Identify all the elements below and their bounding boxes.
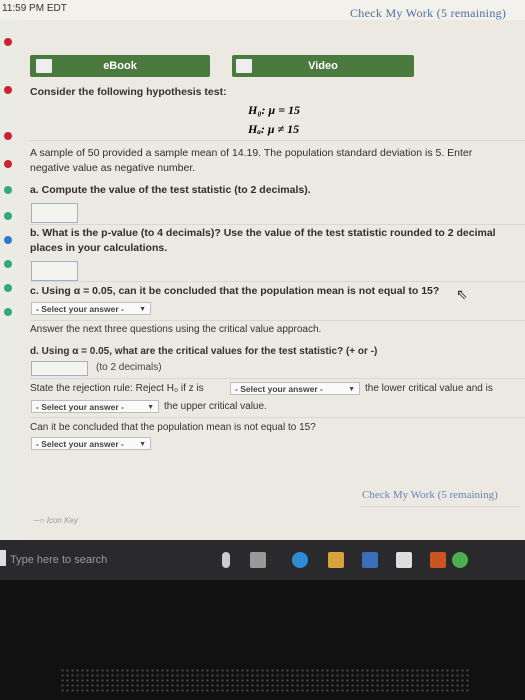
divider [30, 224, 525, 225]
question-nav-strip [0, 20, 22, 540]
part-d-prompt: d. Using α = 0.05, what are the critical… [30, 346, 378, 357]
ebook-button[interactable]: eBook [30, 55, 210, 77]
rejection-rule-prefix: State the rejection rule: Reject H₀ if z… [30, 383, 204, 394]
divider [30, 378, 525, 379]
part-a-prompt: a. Compute the value of the test statist… [30, 184, 311, 196]
nav-dot[interactable] [4, 236, 12, 244]
file-explorer-icon[interactable] [328, 552, 344, 568]
divider [30, 140, 525, 141]
nav-dot[interactable] [4, 132, 12, 140]
taskbar-search-input[interactable]: Type here to search [10, 554, 107, 566]
critical-approach-intro: Answer the next three questions using th… [30, 324, 322, 335]
store-icon[interactable] [362, 552, 378, 568]
alt-hypothesis: Hₐ: μ ≠ 15 [248, 122, 300, 136]
divider [360, 506, 520, 507]
key-icon: ─○ [34, 516, 47, 525]
speaker-grill [60, 668, 470, 694]
ebook-label: eBook [103, 60, 137, 72]
edge-browser-icon[interactable] [292, 552, 308, 568]
mouse-cursor-icon: ⇖ [456, 286, 468, 302]
nav-dot[interactable] [4, 160, 12, 168]
nav-dot[interactable] [4, 86, 12, 94]
divider [30, 417, 525, 418]
nav-dot[interactable] [4, 308, 12, 316]
dropdown-arrow-icon: ▼ [139, 306, 146, 313]
icon-key-label: Icon Key [46, 516, 78, 525]
nav-dot[interactable] [4, 186, 12, 194]
lower-rule-select[interactable]: - Select your answer - ▼ [230, 382, 360, 395]
nav-dot[interactable] [4, 284, 12, 292]
nav-dot[interactable] [4, 38, 12, 46]
task-view-icon[interactable] [250, 552, 266, 568]
status-time: 11:59 PM EDT [2, 3, 67, 14]
mail-icon[interactable] [396, 552, 412, 568]
video-button[interactable]: Video [232, 55, 414, 77]
part-b-prompt: b. What is the p-value (to 4 decimals)? … [30, 227, 496, 254]
video-label: Video [308, 60, 338, 72]
dropdown-arrow-icon: ▼ [348, 386, 355, 393]
critical-value-input[interactable] [31, 361, 88, 376]
divider [30, 281, 525, 282]
chrome-icon[interactable] [452, 552, 468, 568]
conclusion-select[interactable]: - Select your answer - ▼ [31, 437, 151, 450]
question-intro: Consider the following hypothesis test: [30, 86, 227, 98]
part-c-prompt: c. Using α = 0.05, can it be concluded t… [30, 285, 440, 297]
null-hypothesis: H₀: μ = 15 [248, 103, 301, 117]
conclusion-prompt: Can it be concluded that the population … [30, 422, 316, 433]
nav-dot[interactable] [4, 212, 12, 220]
upper-rule-select[interactable]: - Select your answer - ▼ [31, 400, 159, 413]
dropdown-arrow-icon: ▼ [139, 441, 146, 448]
select-label: - Select your answer - [36, 304, 124, 314]
divider [30, 320, 525, 321]
select-label: - Select your answer - [235, 384, 323, 394]
dropdown-arrow-icon: ▼ [147, 404, 154, 411]
nav-dot[interactable] [4, 260, 12, 268]
select-label: - Select your answer - [36, 402, 124, 412]
icon-key[interactable]: ─○ Icon Key [34, 516, 78, 525]
part-c-select[interactable]: - Select your answer - ▼ [31, 302, 151, 315]
part-d-hint: (to 2 decimals) [96, 362, 162, 373]
rejection-rule-end: the upper critical value. [164, 401, 267, 412]
microphone-icon[interactable] [222, 552, 230, 568]
p-value-input[interactable] [31, 261, 78, 281]
sample-description: A sample of 50 provided a sample mean of… [30, 147, 473, 174]
select-label: - Select your answer - [36, 439, 124, 449]
rejection-rule-mid: the lower critical value and is [365, 383, 493, 394]
start-button[interactable] [0, 550, 6, 566]
check-my-work-button[interactable]: Check My Work (5 remaining) [362, 489, 498, 501]
check-my-work-top-link[interactable]: Check My Work (5 remaining) [350, 6, 506, 21]
test-statistic-input[interactable] [31, 203, 78, 223]
app-icon[interactable] [430, 552, 446, 568]
